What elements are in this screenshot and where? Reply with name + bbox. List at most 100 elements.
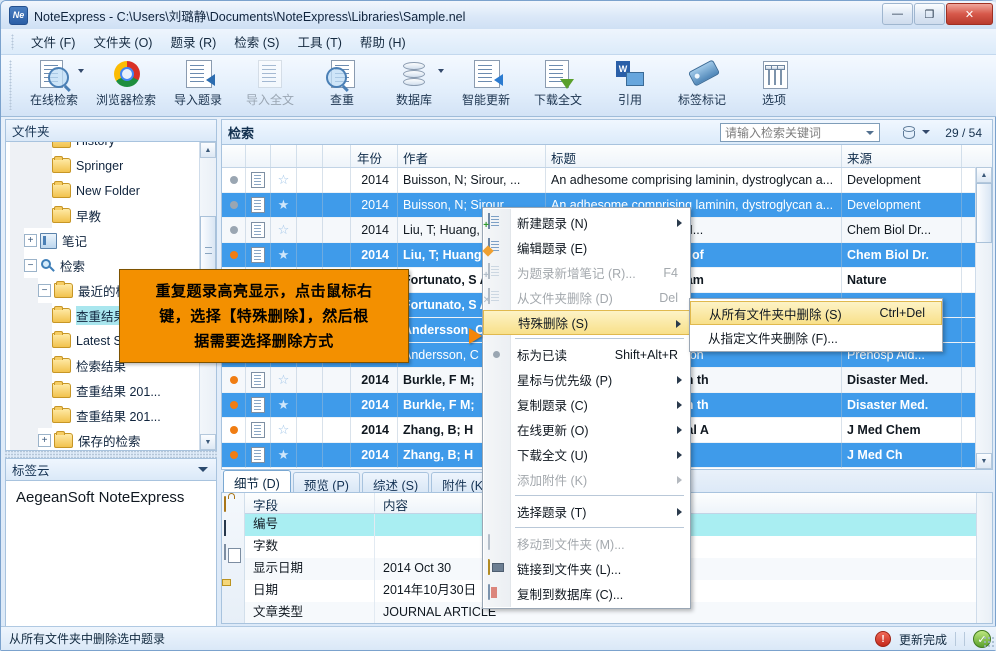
tagcloud-tags[interactable]: AegeanSoft NoteExpress — [16, 489, 184, 506]
chevron-down-icon[interactable] — [866, 131, 874, 135]
chevron-down-icon[interactable] — [922, 130, 930, 134]
row-dot[interactable] — [222, 442, 246, 468]
detail-scrollbar[interactable] — [976, 493, 992, 623]
toolbar-database[interactable]: 数据库 — [378, 55, 450, 113]
table-row[interactable]: ☆ 2014 Buisson, N; Sirour, ... An adheso… — [222, 167, 992, 193]
scroll-up-icon[interactable]: ▲ — [976, 167, 992, 183]
column-extra1[interactable] — [297, 145, 323, 167]
star-icon[interactable]: ★ — [271, 192, 297, 218]
copy-icon[interactable] — [224, 544, 242, 563]
door-icon[interactable] — [224, 520, 242, 539]
star-icon[interactable]: ★ — [271, 392, 297, 418]
tree-item-duplicate-results-201a[interactable]: 查重结果 201... — [6, 378, 216, 403]
tree-item-duplicate-results-201b[interactable]: 查重结果 201... — [6, 403, 216, 428]
row-doc-icon[interactable] — [246, 242, 271, 268]
expander-minus-icon[interactable]: − — [24, 259, 37, 272]
menu-search[interactable]: 检索 (S) — [225, 29, 288, 54]
menu-item-mark-as-read[interactable]: 标为已读 Shift+Alt+R — [483, 342, 690, 367]
column-doc[interactable] — [246, 145, 271, 167]
search-input[interactable]: 请输入检索关键词 — [720, 123, 880, 142]
menu-item-special-delete[interactable]: 特殊删除 (S) — [483, 310, 690, 335]
tree-item-springer[interactable]: Springer — [6, 153, 216, 178]
menu-item-star-priority[interactable]: 星标与优先级 (P) — [483, 367, 690, 392]
records-scrollbar[interactable]: ▲ ▼ — [975, 167, 992, 469]
row-dot[interactable] — [222, 192, 246, 218]
row-dot[interactable] — [222, 217, 246, 243]
row-doc-icon[interactable] — [246, 442, 271, 468]
special-delete-submenu[interactable]: 从所有文件夹中删除 (S) Ctrl+Del 从指定文件夹删除 (F)... — [689, 298, 943, 352]
tab-details[interactable]: 细节 (D) — [223, 470, 291, 492]
filter-icon[interactable] — [900, 124, 918, 142]
error-badge-icon[interactable]: ! — [874, 631, 891, 647]
star-icon[interactable]: ☆ — [271, 217, 297, 243]
tagcloud-panel[interactable]: AegeanSoft NoteExpress — [5, 480, 217, 628]
minimize-button[interactable]: — — [882, 3, 913, 25]
toolbar-import-record[interactable]: 导入题录 — [162, 55, 234, 113]
star-icon[interactable]: ☆ — [271, 367, 297, 393]
detail-column-field[interactable]: 字段 — [245, 493, 375, 513]
tree-item-zaojiao[interactable]: 早教 — [6, 203, 216, 228]
row-dot[interactable] — [222, 417, 246, 443]
toolbar-cite[interactable]: W 引用 — [594, 55, 666, 113]
scrollbar-thumb[interactable] — [976, 183, 992, 243]
toolbar-smart-update[interactable]: 智能更新 — [450, 55, 522, 113]
menu-item-online-update[interactable]: 在线更新 (O) — [483, 417, 690, 442]
toolbar-find-duplicates[interactable]: 查重 — [306, 55, 378, 113]
column-star[interactable] — [271, 145, 297, 167]
menu-tools[interactable]: 工具 (T) — [288, 29, 350, 54]
menu-help[interactable]: 帮助 (H) — [351, 29, 415, 54]
submenu-item-delete-from-specific-folder[interactable]: 从指定文件夹删除 (F)... — [690, 325, 942, 349]
expander-plus-icon[interactable]: + — [24, 234, 37, 247]
menu-item-copy-record[interactable]: 复制题录 (C) — [483, 392, 690, 417]
column-extra2[interactable] — [323, 145, 351, 167]
context-menu[interactable]: + 新建题录 (N) 编辑题录 (E) + 为题录新增笔记 (R)... F4 … — [482, 207, 691, 609]
row-dot[interactable] — [222, 392, 246, 418]
menu-item-select-records[interactable]: 选择题录 (T) — [483, 499, 690, 524]
menu-item-copy-to-database[interactable]: 复制到数据库 (C)... — [483, 581, 690, 606]
star-icon[interactable]: ☆ — [271, 167, 297, 193]
chevron-down-icon[interactable] — [78, 69, 84, 73]
scroll-down-icon[interactable]: ▼ — [200, 434, 216, 450]
row-doc-icon[interactable] — [246, 367, 271, 393]
submenu-item-delete-from-all-folders[interactable]: 从所有文件夹中删除 (S) Ctrl+Del — [690, 301, 942, 325]
menu-item-edit-record[interactable]: 编辑题录 (E) — [482, 235, 690, 260]
column-year[interactable]: 年份 — [351, 145, 398, 167]
row-doc-icon[interactable] — [246, 417, 271, 443]
menu-item-download-fulltext[interactable]: 下载全文 (U) — [483, 442, 690, 467]
scroll-up-icon[interactable]: ▲ — [200, 142, 216, 158]
row-doc-icon[interactable] — [246, 167, 271, 193]
close-button[interactable]: ✕ — [946, 3, 993, 25]
tree-item-history[interactable]: History — [6, 142, 216, 153]
scroll-down-icon[interactable]: ▼ — [976, 453, 992, 469]
row-dot[interactable] — [222, 367, 246, 393]
tab-preview[interactable]: 预览 (P) — [292, 472, 360, 493]
toolbar-browser-search[interactable]: 浏览器检索 — [90, 55, 162, 113]
toolbar-online-search[interactable]: 在线检索 — [18, 55, 90, 113]
tree-item-saved-searches[interactable]: + 保存的检索 — [6, 428, 216, 450]
menu-folder[interactable]: 文件夹 (O) — [84, 29, 161, 54]
row-doc-icon[interactable] — [246, 392, 271, 418]
chevron-down-icon[interactable] — [198, 467, 208, 472]
expander-plus-icon[interactable]: + — [38, 434, 51, 447]
tab-review[interactable]: 综述 (S) — [361, 472, 430, 493]
chevron-down-icon[interactable] — [438, 69, 444, 73]
menu-item-new-record[interactable]: + 新建题录 (N) — [483, 210, 690, 235]
column-title[interactable]: 标题 — [546, 145, 842, 167]
tree-item-notes[interactable]: + 笔记 — [6, 228, 216, 253]
left-splitter[interactable] — [5, 451, 217, 458]
toolbar-options[interactable]: 选项 — [738, 55, 810, 113]
expander-minus-icon[interactable]: − — [38, 284, 51, 297]
row-doc-icon[interactable] — [246, 217, 271, 243]
menu-item-link-to-folder[interactable]: 链接到文件夹 (L)... — [483, 556, 690, 581]
row-dot[interactable] — [222, 242, 246, 268]
column-author[interactable]: 作者 — [398, 145, 546, 167]
menu-record[interactable]: 题录 (R) — [161, 29, 225, 54]
star-icon[interactable]: ★ — [271, 242, 297, 268]
star-icon[interactable]: ★ — [271, 442, 297, 468]
resize-grip-icon[interactable] — [983, 636, 995, 648]
row-dot[interactable] — [222, 167, 246, 193]
column-source[interactable]: 来源 — [842, 145, 962, 167]
tree-item-new-folder[interactable]: New Folder — [6, 178, 216, 203]
maximize-button[interactable]: ❐ — [914, 3, 945, 25]
star-icon[interactable]: ☆ — [271, 417, 297, 443]
